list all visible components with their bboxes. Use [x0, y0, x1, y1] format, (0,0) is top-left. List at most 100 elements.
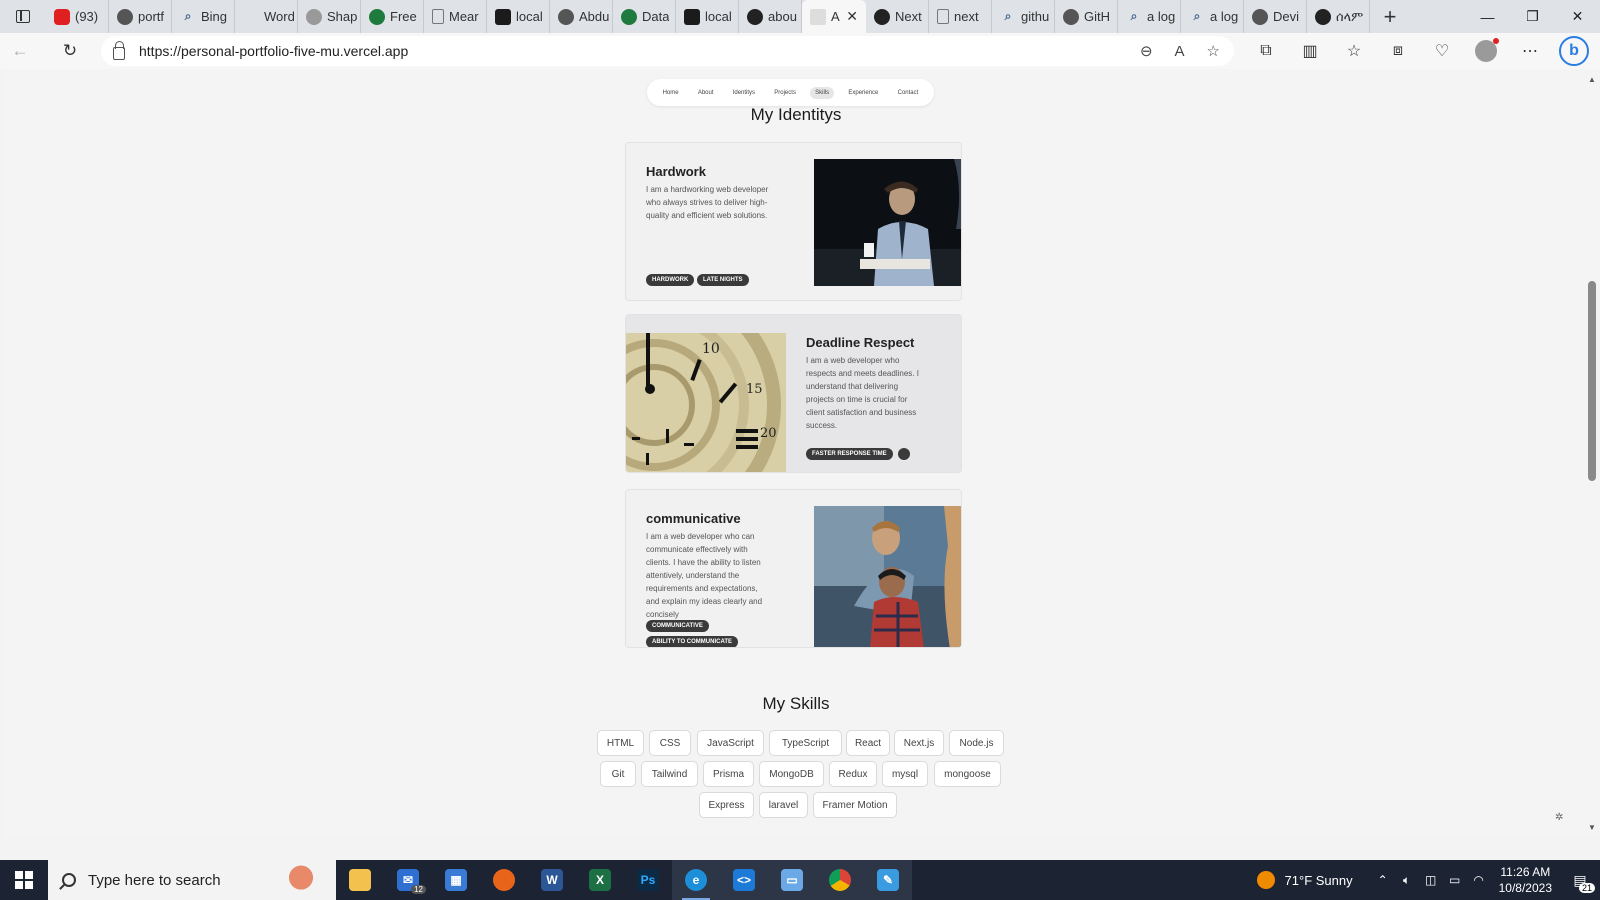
favorites-icon[interactable]: ☆ [1332, 33, 1376, 69]
nav-link-about[interactable]: About [693, 87, 719, 99]
window-app[interactable]: ▭ [768, 860, 816, 900]
close-tab-icon[interactable]: ✕ [846, 8, 858, 25]
browser-tab[interactable]: ⌕ a log [1118, 0, 1181, 33]
browser-tab[interactable]: local [487, 0, 550, 33]
browser-tab[interactable]: portf [109, 0, 172, 33]
github-icon [558, 8, 574, 25]
identity-card-hardwork: Hardwork I am a hardworking web develope… [625, 142, 962, 301]
browser-tab[interactable]: A ✕ [802, 0, 866, 33]
page-scrollbar[interactable]: ▲ ▼ [1584, 69, 1600, 838]
clock[interactable]: 11:26 AM 10/8/2023 [1499, 864, 1552, 896]
url-text[interactable]: https://personal-portfolio-five-mu.verce… [139, 43, 408, 59]
vscode-app[interactable]: <> [720, 860, 768, 900]
scroll-up-arrow-icon[interactable]: ▲ [1588, 75, 1596, 84]
weather-text[interactable]: 71°F Sunny [1285, 873, 1353, 888]
notifications-button[interactable]: ▤ 21 [1560, 860, 1600, 900]
browser-tab[interactable]: ሰላም [1307, 0, 1370, 33]
nav-link-projects[interactable]: Projects [769, 87, 801, 99]
scrollbar-thumb[interactable] [1588, 281, 1596, 481]
windows-taskbar: Type here to search ✉ 12 ▦ W X Ps e <> ▭ … [0, 860, 1600, 900]
chrome-icon [829, 869, 851, 891]
browser-tab[interactable]: Devi [1244, 0, 1307, 33]
browser-tab[interactable]: Next [866, 0, 929, 33]
browser-tab[interactable]: ⌕ a log [1181, 0, 1244, 33]
browser-essentials-icon[interactable]: ♡ [1420, 33, 1464, 69]
nav-link-contact[interactable]: Contact [893, 87, 924, 99]
word-app[interactable]: W [528, 860, 576, 900]
browser-tab[interactable]: next [929, 0, 992, 33]
address-bar[interactable]: https://personal-portfolio-five-mu.verce… [101, 36, 1234, 66]
skill-chip: mysql [882, 761, 928, 787]
minimize-button[interactable]: — [1465, 0, 1510, 33]
excel-app[interactable]: X [576, 860, 624, 900]
scroll-down-arrow-icon[interactable]: ▼ [1588, 823, 1596, 832]
skill-chip: CSS [649, 730, 691, 756]
taskbar-search[interactable]: Type here to search [48, 860, 336, 900]
browser-tab[interactable]: ⌕ Bing [172, 0, 235, 33]
browser-tab[interactable]: ⌕ githu [992, 0, 1055, 33]
excel-icon: X [589, 869, 611, 891]
a-icon [810, 8, 826, 25]
favorite-star-icon[interactable]: ☆ [1207, 42, 1220, 60]
restore-button[interactable]: ❐ [1510, 0, 1555, 33]
browser-tab[interactable]: Free [361, 0, 424, 33]
skill-chip: Tailwind [641, 761, 698, 787]
meet-now-icon[interactable]: ◫ [1419, 873, 1443, 887]
identity-title: Hardwork [646, 164, 706, 179]
workspaces-button[interactable] [0, 0, 46, 33]
nav-link-home[interactable]: Home [658, 87, 684, 99]
browser-tab[interactable]: GitH [1055, 0, 1118, 33]
paint-app[interactable]: ✎ [864, 860, 912, 900]
profile-button[interactable] [1464, 33, 1508, 69]
collections-icon[interactable]: ⧈ [1376, 33, 1420, 69]
browser-tab[interactable]: Mear [424, 0, 487, 33]
skills-title: My Skills [762, 694, 830, 713]
page-viewport: Home About Identitys Projects Skills Experien… [4, 69, 1584, 838]
settings-gear-icon[interactable]: ✲ [1555, 812, 1563, 823]
start-button[interactable] [0, 860, 48, 900]
mail-app[interactable]: ✉ 12 [384, 860, 432, 900]
skill-chip: mongoose [934, 761, 1001, 787]
edge-app[interactable]: e [672, 860, 720, 900]
browser-tab[interactable]: Word [235, 0, 298, 33]
site-nav: Home About Identitys Projects Skills Experien… [647, 79, 934, 106]
description-line: I am a web developer who [806, 356, 900, 365]
browser-tab[interactable]: abou [739, 0, 802, 33]
photoshop-app[interactable]: Ps [624, 860, 672, 900]
settings-more-icon[interactable]: ⋯ [1508, 33, 1552, 69]
split-screen-icon[interactable]: ▥ [1288, 33, 1332, 69]
identity-card-communicative: communicative I am a web developer who c… [625, 489, 962, 648]
nav-link-skills[interactable]: Skills [810, 86, 835, 99]
zoom-out-icon[interactable]: ⊖ [1140, 42, 1153, 60]
browser-tab[interactable]: local [676, 0, 739, 33]
file-explorer-app[interactable] [336, 860, 384, 900]
browser-toolbar: ← ↻ https://personal-portfolio-five-mu.v… [0, 33, 1600, 69]
extensions-icon[interactable]: ⧉ [1244, 33, 1288, 69]
description-line: requirements and expectations, [646, 584, 758, 593]
tab-title: Abdu [579, 9, 610, 24]
new-tab-button[interactable]: + [1370, 0, 1410, 33]
chrome-app[interactable] [816, 860, 864, 900]
battery-icon[interactable]: ▭ [1443, 873, 1467, 887]
firefox-app[interactable] [480, 860, 528, 900]
weather-sun-icon[interactable] [1256, 871, 1275, 889]
photoshop-icon: Ps [637, 869, 659, 891]
volume-icon[interactable]: 🔈︎ [1395, 873, 1419, 888]
browser-tab[interactable]: Shap [298, 0, 361, 33]
browser-tab[interactable]: Abdu [550, 0, 613, 33]
browser-tab[interactable]: (93) [46, 0, 109, 33]
back-button[interactable]: ← [0, 33, 40, 69]
skill-chip: MongoDB [759, 761, 824, 787]
store-app[interactable]: ▦ [432, 860, 480, 900]
tab-title: portf [138, 9, 165, 24]
browser-tab[interactable]: Data [613, 0, 676, 33]
show-hidden-icons-icon[interactable]: ⌃ [1371, 873, 1395, 887]
close-window-button[interactable]: ✕ [1555, 0, 1600, 33]
copilot-button[interactable]: b [1552, 33, 1596, 69]
nav-link-identitys[interactable]: Identitys [728, 87, 760, 99]
wifi-icon[interactable]: ◠ [1467, 873, 1491, 887]
read-aloud-icon[interactable]: A [1175, 43, 1185, 60]
refresh-button[interactable]: ↻ [50, 33, 90, 69]
tag-communicative: COMMUNICATIVE [646, 620, 709, 632]
nav-link-experience[interactable]: Experience [843, 87, 883, 99]
